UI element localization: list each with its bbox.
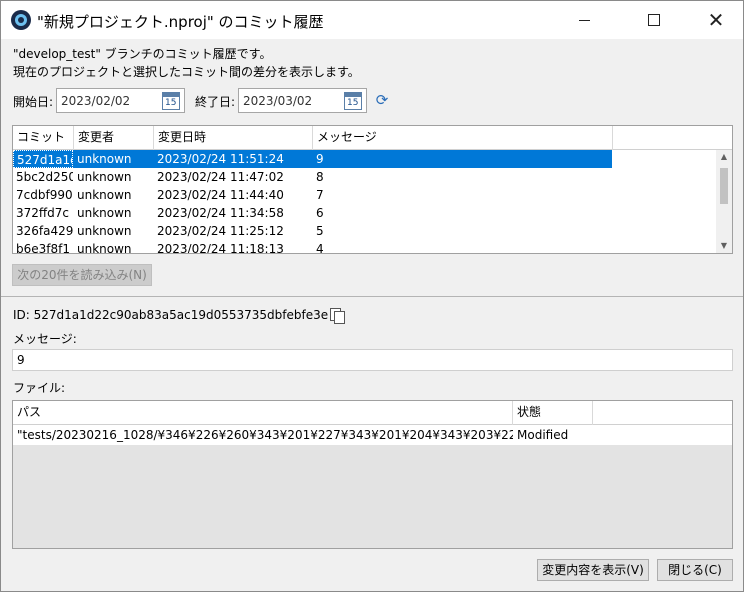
- commit-row[interactable]: 5bc2d250 unknown 2023/02/24 11:47:02 8: [13, 168, 718, 186]
- commit-author: unknown: [77, 170, 132, 184]
- commit-author: unknown: [77, 224, 132, 238]
- commit-table-header: コミット 変更者 変更日時 メッセージ: [13, 126, 732, 150]
- end-date-picker[interactable]: 2023/03/02 15: [238, 88, 367, 113]
- message-value: 9: [17, 353, 25, 367]
- column-header-author[interactable]: 変更者: [74, 126, 154, 150]
- commit-date: 2023/02/24 11:18:13: [157, 242, 284, 254]
- column-header-date[interactable]: 変更日時: [154, 126, 313, 150]
- commit-date: 2023/02/24 11:44:40: [157, 188, 284, 202]
- section-divider: [1, 296, 743, 297]
- show-changes-button[interactable]: 変更内容を表示(V): [537, 559, 649, 581]
- close-window-button[interactable]: ✕: [693, 1, 739, 39]
- commit-message: 8: [316, 170, 324, 184]
- copy-icon[interactable]: [329, 307, 345, 324]
- commit-row[interactable]: 326fa429 unknown 2023/02/24 11:25:12 5: [13, 222, 718, 240]
- commit-id: 527d1a1d: [13, 150, 73, 168]
- window-title: "新規プロジェクト.nproj" のコミット履歴: [37, 13, 324, 31]
- commit-message: 7: [316, 188, 324, 202]
- commit-row[interactable]: 372ffd7c unknown 2023/02/24 11:34:58 6: [13, 204, 718, 222]
- commit-message: 6: [316, 206, 324, 220]
- commit-author: unknown: [77, 188, 132, 202]
- file-row[interactable]: "tests/20230216_1028/¥346¥226¥260¥343¥20…: [13, 425, 732, 445]
- calendar-icon[interactable]: 15: [162, 92, 180, 110]
- minimize-icon: [578, 19, 590, 21]
- commit-date: 2023/02/24 11:34:58: [157, 206, 284, 220]
- commit-id: 372ffd7c: [16, 206, 70, 220]
- commit-date: 2023/02/24 11:47:02: [157, 170, 284, 184]
- calendar-icon[interactable]: 15: [344, 92, 362, 110]
- commit-message: 9: [316, 152, 324, 166]
- maximize-icon: [648, 14, 660, 26]
- app-icon: [11, 10, 31, 30]
- column-header-commit[interactable]: コミット: [13, 126, 74, 150]
- commit-row[interactable]: 7cdbf990 unknown 2023/02/24 11:44:40 7: [13, 186, 718, 204]
- commit-id: 5bc2d250: [16, 170, 73, 184]
- files-label: ファイル:: [13, 381, 66, 395]
- start-date-value: 2023/02/02: [61, 94, 131, 108]
- commit-message: 4: [316, 242, 324, 254]
- commit-date: 2023/02/24 11:51:24: [157, 152, 284, 166]
- commit-table-scrollbar[interactable]: ▲ ▼: [716, 150, 732, 253]
- file-table: パス 状態 "tests/20230216_1028/¥346¥226¥260¥…: [12, 400, 733, 549]
- commit-author: unknown: [77, 152, 132, 166]
- commit-id: 326fa429: [16, 224, 73, 238]
- end-date-value: 2023/03/02: [243, 94, 313, 108]
- minimize-button[interactable]: [561, 1, 607, 39]
- description-line-2: 現在のプロジェクトと選択したコミット間の差分を表示します。: [13, 65, 360, 79]
- close-button[interactable]: 閉じる(C): [657, 559, 733, 581]
- commit-history-window: "新規プロジェクト.nproj" のコミット履歴 ✕ "develop_test…: [0, 0, 744, 592]
- commit-message: 5: [316, 224, 324, 238]
- load-more-button[interactable]: 次の20件を読み込み(N): [12, 264, 152, 286]
- start-date-label: 開始日:: [13, 95, 54, 109]
- description-line-1: "develop_test" ブランチのコミット履歴です。: [13, 47, 272, 61]
- end-date-label: 終了日:: [195, 95, 236, 109]
- scroll-thumb[interactable]: [720, 168, 728, 204]
- commit-id-text: ID: 527d1a1d22c90ab83a5ac19d0553735dbfeb…: [13, 308, 329, 322]
- title-bar: "新規プロジェクト.nproj" のコミット履歴 ✕: [1, 1, 743, 39]
- file-status: Modified: [517, 428, 569, 442]
- commit-date: 2023/02/24 11:25:12: [157, 224, 284, 238]
- refresh-icon[interactable]: ⟳: [373, 91, 391, 109]
- close-icon: ✕: [707, 8, 725, 32]
- start-date-picker[interactable]: 2023/02/02 15: [56, 88, 185, 113]
- column-header-message[interactable]: メッセージ: [313, 126, 613, 150]
- message-field[interactable]: 9: [12, 349, 733, 371]
- commit-id: b6e3f8f1: [16, 242, 70, 254]
- commit-table: コミット 変更者 変更日時 メッセージ 527d1a1d unknown 202…: [12, 125, 733, 254]
- maximize-button[interactable]: [631, 1, 677, 39]
- commit-row[interactable]: b6e3f8f1 unknown 2023/02/24 11:18:13 4: [13, 240, 718, 254]
- scroll-down-icon[interactable]: ▼: [716, 239, 732, 253]
- file-path: "tests/20230216_1028/¥346¥226¥260¥343¥20…: [17, 428, 513, 442]
- column-header-path[interactable]: パス: [13, 401, 513, 425]
- commit-author: unknown: [77, 242, 132, 254]
- commit-id: 7cdbf990: [16, 188, 73, 202]
- column-header-status[interactable]: 状態: [513, 401, 593, 425]
- message-label: メッセージ:: [13, 332, 77, 346]
- file-table-header: パス 状態: [13, 401, 732, 425]
- scroll-up-icon[interactable]: ▲: [716, 150, 732, 164]
- commit-author: unknown: [77, 206, 132, 220]
- commit-row[interactable]: 527d1a1d unknown 2023/02/24 11:51:24 9: [13, 150, 718, 168]
